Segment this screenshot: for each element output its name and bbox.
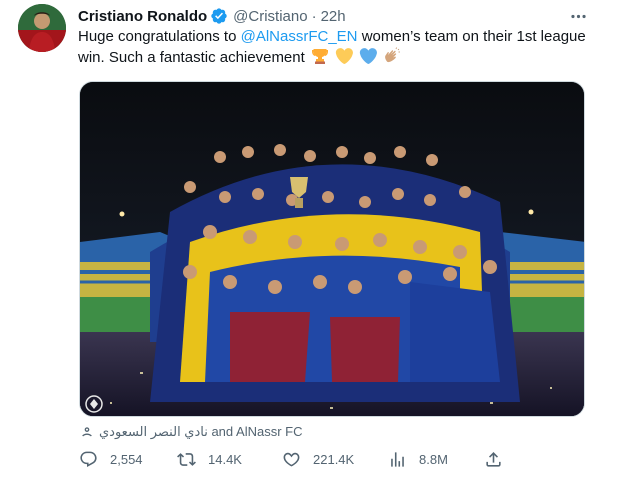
tweet-card[interactable]: Cristiano Ronaldo @Cristiano · 22h Huge … — [0, 0, 627, 487]
tagged-users-label[interactable]: نادي النصر السعودي and AlNassr FC — [99, 424, 303, 440]
tweet-timestamp[interactable]: 22h — [321, 8, 346, 25]
heart-icon — [283, 452, 300, 467]
mention-link[interactable]: @AlNassrFC_EN — [241, 28, 358, 45]
tweet-text-before: Huge congratulations to — [78, 28, 241, 45]
person-tag-icon — [82, 427, 92, 437]
blue-heart-icon — [360, 48, 378, 64]
tagged-users[interactable]: نادي النصر السعودي and AlNassr FC — [79, 424, 303, 440]
like-count: 221.4K — [313, 452, 355, 467]
retweet-button[interactable]: 14.4K — [177, 450, 242, 469]
share-icon — [486, 452, 501, 467]
reply-button[interactable]: 2,554 — [79, 450, 143, 469]
tweet-actions: 2,554 14.4K 221.4K 8.8M — [79, 450, 509, 470]
views-count: 8.8M — [419, 452, 448, 467]
verified-badge-icon — [211, 8, 227, 24]
retweet-icon — [177, 453, 196, 466]
tweet-header: Cristiano Ronaldo @Cristiano · 22h — [78, 6, 346, 26]
tweet-photo[interactable] — [79, 81, 585, 417]
yellow-heart-icon — [335, 48, 354, 64]
trophy-icon — [311, 49, 328, 64]
retweet-count: 14.4K — [208, 452, 242, 467]
more-options-icon[interactable] — [567, 5, 589, 27]
share-button[interactable] — [484, 450, 515, 469]
author-handle[interactable]: @Cristiano — [233, 8, 307, 25]
like-button[interactable]: 221.4K — [282, 450, 354, 469]
analytics-icon — [391, 452, 404, 467]
tweet-text: Huge congratulations to @AlNassrFC_EN wo… — [78, 27, 598, 68]
clapping-hands-icon — [385, 47, 401, 63]
views-button[interactable]: 8.8M — [388, 450, 448, 469]
reply-icon — [80, 451, 97, 468]
author-name[interactable]: Cristiano Ronaldo — [78, 8, 207, 25]
reply-count: 2,554 — [110, 452, 143, 467]
separator-dot: · — [311, 7, 317, 25]
avatar[interactable] — [18, 4, 66, 52]
